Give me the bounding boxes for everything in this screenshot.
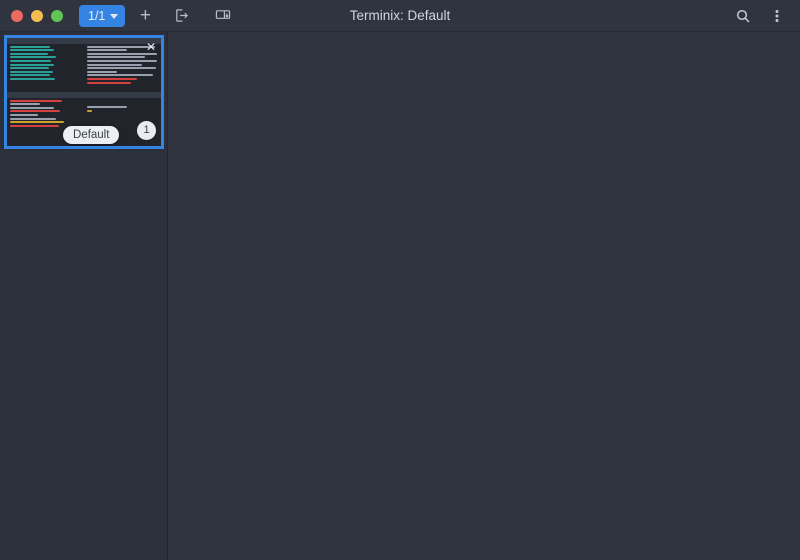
prompt-at: at	[472, 375, 488, 390]
session-thumbnail-default[interactable]: ✕ Default 1	[4, 35, 164, 149]
thumb-mini-header	[84, 92, 161, 98]
pane-number: 3:	[412, 306, 423, 320]
terminal-line: 06.1_amd64.deb': Read-only file system	[405, 243, 689, 258]
thumbnail-close-icon[interactable]: ✕	[144, 40, 158, 54]
terminal-output-top-right[interactable]: in/z/zlib/zlib1g_1%3a1.2.8.dfsg-2ubuntu4…	[402, 60, 800, 297]
pane-shell-name: fish	[427, 306, 447, 320]
session-selector-button[interactable]: 1/1	[79, 4, 126, 27]
prompt-trailing: is	[755, 258, 771, 273]
thumb-mini-header	[7, 92, 84, 98]
thumb-mini-header	[7, 38, 84, 44]
prompt-at: at	[472, 258, 488, 273]
terminal-line: rm: cannot remove 'elementary OS 0.4 Lok…	[405, 138, 771, 153]
window-minimize-button[interactable]	[31, 9, 43, 22]
detach-session-icon[interactable]	[167, 2, 195, 30]
terminal-line: rm: cannot remove 'elementary OS 0.4 Lok…	[405, 108, 771, 123]
terminal-line: b': Read-only file system	[405, 93, 592, 108]
terminal-line: le system	[405, 198, 473, 213]
pane-close-button[interactable]: ✕	[770, 38, 792, 55]
chevron-down-icon[interactable]	[569, 43, 577, 49]
thumb-mini-pane-top-left	[7, 38, 84, 92]
prompt-user: isaiah22	[405, 375, 465, 390]
prompt-at: at	[472, 273, 488, 288]
prompt-in: in	[584, 375, 599, 390]
prompt-path: /r/m/isaiah22	[606, 258, 704, 273]
prompt-path: /r/m/isaiah22	[606, 273, 704, 288]
pane-close-button[interactable]: ✕	[370, 305, 392, 322]
terminal-line: n-free/i/TRANS.TBL': Read-only file syst…	[405, 153, 719, 168]
pane-scrollbar-top-left[interactable]	[392, 227, 398, 285]
pane-scrollbar-bottom-left[interactable]	[392, 419, 398, 524]
chevron-down-icon	[110, 13, 119, 19]
prompt-in: in	[584, 273, 599, 288]
prompt-path: ~	[606, 375, 614, 390]
pane-add-button[interactable]: +	[748, 303, 770, 323]
new-session-icon[interactable]: +	[131, 2, 159, 30]
terminal-output-bottom-right[interactable]: isaiah22 at workstation in ~ »	[402, 327, 800, 560]
prompt-in: in	[584, 258, 599, 273]
pane-add-button[interactable]: +	[348, 36, 370, 56]
prompt-user: isaiah22	[405, 258, 465, 273]
pane-header-bottom-right[interactable]: 3: fish /home/isaiah22 + ✕	[402, 299, 800, 327]
pane-add-button[interactable]: +	[748, 36, 770, 56]
session-counter-label: 1/1	[88, 8, 106, 23]
plus-glyph: +	[139, 5, 151, 26]
pane-add-button[interactable]: +	[348, 303, 370, 323]
titlebar-actions	[729, 2, 800, 30]
chevron-down-icon[interactable]	[171, 43, 180, 49]
window-controls	[0, 9, 63, 22]
pane-close-button[interactable]: ✕	[770, 305, 792, 322]
terminal-line: n-free/TRANS.TBL': Read-only file system	[405, 123, 704, 138]
pane-shell-name: fish	[427, 39, 447, 53]
prompt-symbol: »	[405, 288, 413, 297]
pane-title-top-right: /run/media/isaiah22	[452, 39, 562, 53]
search-icon[interactable]	[729, 2, 757, 30]
prompt-symbol: »	[405, 390, 413, 405]
hamburger-menu-icon[interactable]	[763, 2, 791, 30]
prompt-host: workstation	[494, 273, 577, 288]
session-sidebar[interactable]: ✕ Default 1	[0, 32, 168, 560]
pane-close-button[interactable]: ✕	[370, 38, 392, 55]
text-cursor	[427, 402, 435, 404]
window-maximize-button[interactable]	[51, 9, 63, 22]
pane-number: 4:	[412, 39, 423, 53]
prompt-host: workstation	[494, 258, 577, 273]
chevron-down-icon[interactable]	[544, 310, 553, 316]
terminal-pane-top-right[interactable]: 4: fish /run/media/isaiah22 + ✕ in/z/zli…	[402, 32, 800, 297]
terminal-line: in/z/zlib/zlib1g_1%3a1.2.8.dfsg-2ubuntu4…	[405, 78, 771, 93]
terminal-line: n-free/i/intel-microcode/TRANS.TBL': Rea…	[405, 183, 771, 198]
prompt-user: isaiah22	[405, 273, 465, 288]
window-titlebar: 1/1 + Terminix: Default	[0, 0, 800, 32]
split-terminal-icon[interactable]	[209, 2, 237, 30]
thumbnail-session-name: Default	[63, 126, 120, 144]
thumbnail-session-badge: 1	[137, 121, 156, 140]
terminal-line: rm: cannot remove 'elementary OS 0.4 Lok…	[405, 213, 771, 228]
window-close-button[interactable]	[11, 9, 23, 22]
prompt-host: workstation	[494, 375, 577, 390]
terminal-line: n-free/i/intel-microcode/intel-microcode…	[405, 228, 771, 243]
pane-title-bottom-right: /home/isaiah22	[452, 306, 538, 320]
terminal-line: rm: cannot remove 'elementary OS 0.4 Lok…	[405, 168, 771, 183]
pane-header-top-right[interactable]: 4: fish /run/media/isaiah22 + ✕	[402, 32, 800, 60]
terminal-pane-bottom-right[interactable]: 3: fish /home/isaiah22 + ✕ isaiah22 at w…	[402, 299, 800, 560]
